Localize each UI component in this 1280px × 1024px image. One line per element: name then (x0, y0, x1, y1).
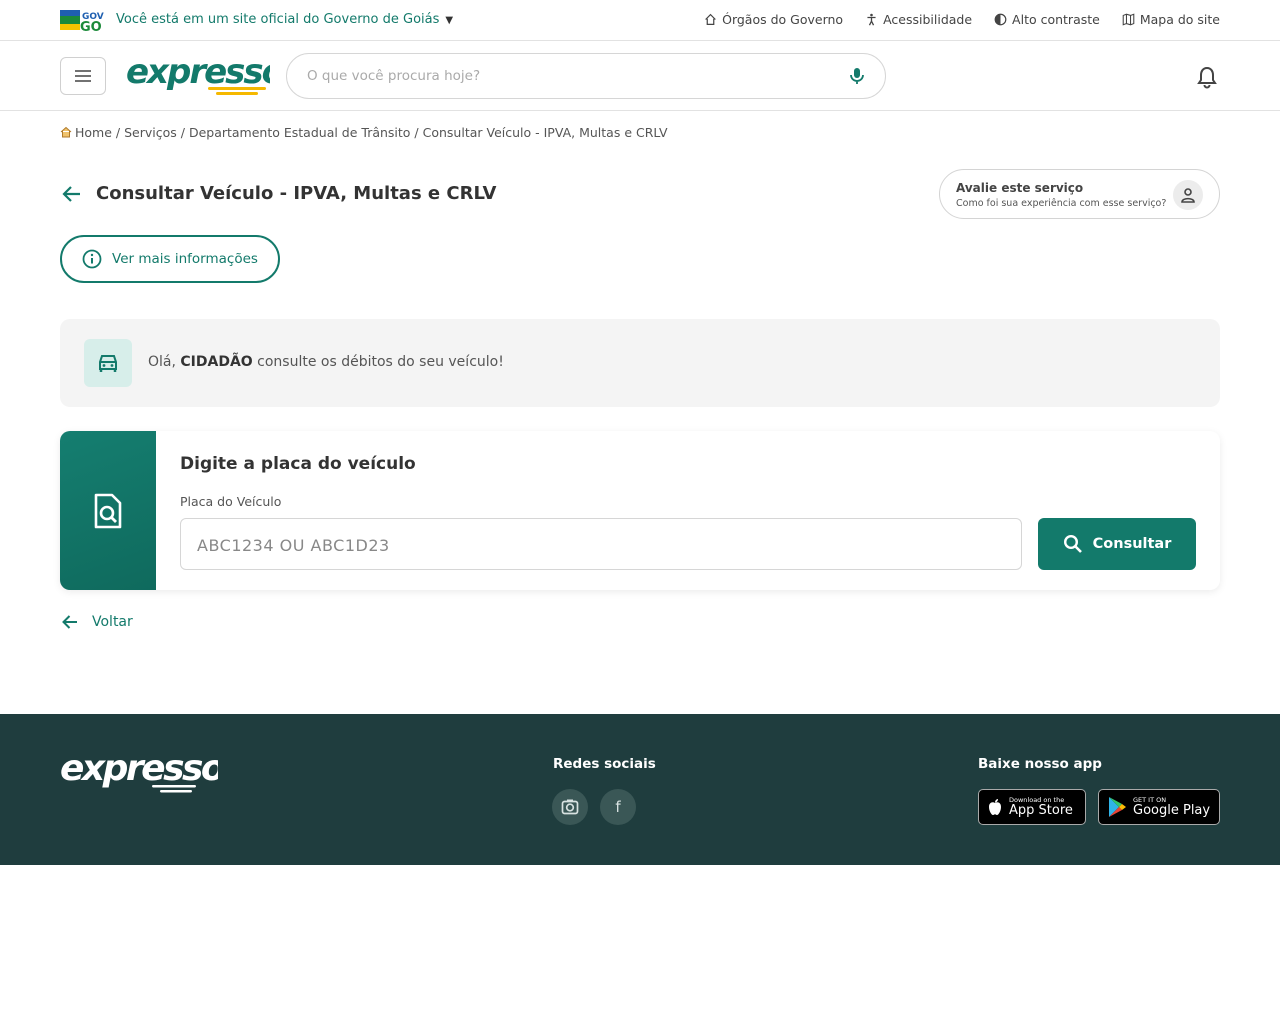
app-store-badge[interactable]: Download on the App Store (978, 789, 1086, 825)
back-link-label: Voltar (92, 614, 133, 630)
consultar-button[interactable]: Consultar (1038, 518, 1196, 570)
social-title: Redes sociais (553, 756, 656, 772)
card-side-panel (60, 431, 156, 590)
app-title: Baixe nosso app (978, 756, 1102, 772)
google-play-big: Google Play (1133, 802, 1211, 818)
plate-input[interactable] (197, 533, 997, 557)
expresso-logo[interactable]: expresso (124, 51, 270, 99)
gov-links: Órgãos do Governo Acessibilidade Alto co… (704, 12, 1220, 27)
apple-icon (989, 799, 1001, 815)
back-arrow-icon[interactable] (60, 183, 84, 205)
main-header: expresso (0, 41, 1280, 111)
plate-form-heading: Digite a placa do veículo (180, 454, 416, 474)
search-bar (286, 53, 886, 99)
gov-go-logo[interactable]: GOV GO (60, 8, 108, 32)
microphone-icon[interactable] (847, 66, 867, 86)
caret-down-icon: ▼ (445, 15, 454, 26)
hamburger-icon (75, 70, 91, 82)
home-icon (705, 13, 716, 25)
link-acessibilidade-label: Acessibilidade (883, 12, 973, 27)
app-store-text: Download on the App Store (1009, 796, 1073, 818)
gov-bar: GOV GO Você está em um site oficial do G… (0, 0, 1280, 41)
link-alto-contraste-label: Alto contraste (1012, 12, 1100, 27)
more-info-button[interactable]: Ver mais informações (60, 235, 280, 283)
svg-text:expresso: expresso (60, 750, 218, 789)
link-mapa-site-label: Mapa do site (1139, 12, 1220, 27)
google-play-icon (1109, 797, 1126, 817)
footer-expresso-logo[interactable]: expresso (60, 750, 218, 796)
breadcrumb-home[interactable]: Home (75, 125, 112, 140)
greeting-text: Olá, CIDADÃO consulte os débitos do seu … (148, 354, 504, 370)
link-mapa-site[interactable]: Mapa do site (1122, 12, 1220, 27)
plate-field (180, 518, 1022, 570)
user-avatar-icon (1173, 180, 1203, 210)
instagram-icon[interactable] (552, 789, 588, 825)
contrast-icon (994, 13, 1007, 26)
map-icon (1122, 13, 1135, 26)
official-site-toggle[interactable]: Você está em um site oficial do Governo … (116, 12, 453, 27)
breadcrumb: Home / Serviços / Departamento Estadual … (60, 125, 668, 140)
menu-button[interactable] (60, 57, 106, 95)
more-info-label: Ver mais informações (112, 251, 258, 267)
rate-title: Avalie este serviço (956, 181, 1084, 195)
breadcrumb-current: Consultar Veículo - IPVA, Multas e CRLV (422, 125, 668, 140)
svg-text:GO: GO (80, 20, 102, 32)
accessibility-icon (867, 13, 876, 26)
google-play-badge[interactable]: GET IT ON Google Play (1098, 789, 1220, 825)
breadcrumb-detran[interactable]: Departamento Estadual de Trânsito (189, 125, 411, 140)
breadcrumb-separator: / (111, 125, 125, 140)
rate-subtitle: Como foi sua experiência com esse serviç… (956, 198, 1167, 209)
search-input[interactable] (307, 65, 827, 87)
breadcrumb-separator: / (410, 125, 423, 140)
greeting-prefix: Olá, (148, 354, 181, 370)
plate-form-card: Digite a placa do veículo Placa do Veícu… (60, 431, 1220, 590)
page-title: Consultar Veículo - IPVA, Multas e CRLV (96, 183, 497, 204)
app-store-big: App Store (1009, 802, 1073, 818)
search-icon (1063, 534, 1082, 553)
plate-field-label: Placa do Veículo (180, 494, 282, 509)
breadcrumb-separator: / (176, 125, 189, 140)
breadcrumb-servicos[interactable]: Serviços (124, 125, 177, 140)
home-icon (60, 126, 72, 138)
google-play-text: GET IT ON Google Play (1133, 796, 1211, 818)
document-search-icon (94, 493, 122, 528)
svg-text:expresso: expresso (126, 52, 270, 92)
consultar-label: Consultar (1092, 536, 1172, 552)
greeting-name: CIDADÃO (180, 354, 253, 370)
facebook-glyph: f (615, 798, 621, 816)
link-acessibilidade[interactable]: Acessibilidade (865, 12, 972, 27)
link-orgaos-label: Órgãos do Governo (722, 12, 844, 27)
official-site-text: Você está em um site oficial do Governo … (116, 12, 440, 27)
bell-icon[interactable] (1196, 65, 1218, 89)
link-orgaos[interactable]: Órgãos do Governo (704, 12, 843, 27)
back-arrow-icon (62, 615, 77, 629)
back-link[interactable]: Voltar (60, 612, 133, 632)
info-icon (82, 249, 102, 269)
car-icon (84, 339, 132, 387)
footer: expresso Redes sociais f Baixe nosso app… (0, 714, 1280, 865)
greeting-banner: Olá, CIDADÃO consulte os débitos do seu … (60, 319, 1220, 407)
facebook-icon[interactable]: f (600, 789, 636, 825)
greeting-suffix: consulte os débitos do seu veículo! (252, 354, 504, 370)
link-alto-contraste[interactable]: Alto contraste (994, 12, 1100, 27)
rate-service-button[interactable]: Avalie este serviço Como foi sua experiê… (939, 169, 1220, 219)
